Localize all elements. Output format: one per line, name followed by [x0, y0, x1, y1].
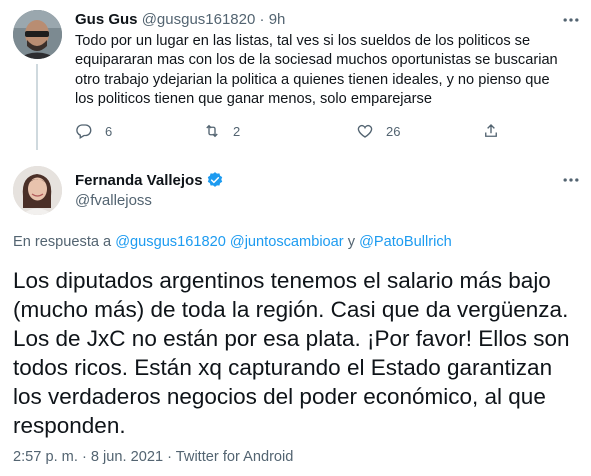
- author-name[interactable]: Fernanda Vallejos: [75, 172, 203, 189]
- separator: ·: [259, 11, 265, 28]
- author-name[interactable]: Gus Gus: [75, 11, 138, 28]
- retweet-icon: [206, 124, 218, 138]
- like-button[interactable]: 26: [356, 122, 400, 140]
- reply-count: 6: [105, 123, 113, 139]
- avatar[interactable]: [13, 10, 62, 59]
- more-icon[interactable]: [561, 170, 581, 190]
- reply-icon: [76, 124, 92, 139]
- mention-link[interactable]: @juntoscambioar: [230, 234, 344, 250]
- tweet-timestamp[interactable]: 2:57 p. m. · 8 jun. 2021 · Twitter for A…: [13, 449, 293, 465]
- share-icon: [485, 124, 497, 137]
- more-icon[interactable]: [561, 10, 581, 30]
- reply-tweet[interactable]: Gus Gus @gusgus161820 · 9h Todo por un l…: [0, 0, 591, 150]
- like-icon: [357, 124, 373, 138]
- avatar[interactable]: [13, 166, 62, 215]
- retweet-button[interactable]: 2: [203, 122, 240, 140]
- verified-badge-icon: [207, 172, 222, 187]
- author-handle[interactable]: @fvallejoss: [75, 192, 152, 209]
- tweet-time[interactable]: 9h: [269, 11, 286, 28]
- share-button[interactable]: [482, 122, 500, 140]
- tweet-text: Todo por un lugar en las listas, tal ves…: [75, 33, 558, 108]
- mention-link[interactable]: @PatoBullrich: [359, 234, 452, 250]
- thread-line: [36, 64, 38, 150]
- replying-to: En respuesta a @gusgus161820 @juntoscamb…: [13, 234, 452, 250]
- tweet-header: Gus Gus @gusgus161820 · 9h: [75, 11, 285, 28]
- reply-button[interactable]: 6: [75, 122, 112, 140]
- reply-conjunction: y: [347, 234, 356, 250]
- like-count: 26: [386, 123, 401, 139]
- author-name-row: Fernanda Vallejos: [75, 171, 224, 189]
- author-handle[interactable]: @gusgus161820: [142, 11, 256, 28]
- tweet-text: Los diputados argentinos tenemos el sala…: [13, 268, 570, 438]
- retweet-count: 2: [233, 123, 241, 139]
- main-tweet: Fernanda Vallejos @fvallejoss En respues…: [0, 150, 591, 476]
- mention-link[interactable]: @gusgus161820: [115, 234, 226, 250]
- tweet-actions: 6 2 26: [75, 122, 575, 142]
- reply-prefix: En respuesta a: [13, 234, 112, 250]
